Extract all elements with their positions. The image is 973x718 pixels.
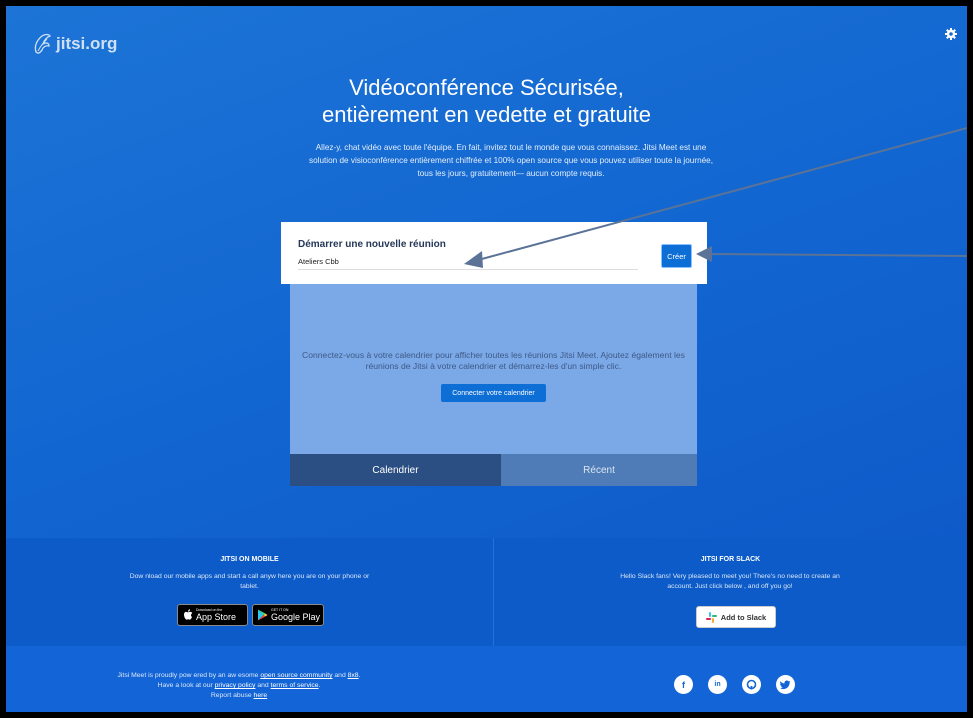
arrow-head-room-input — [464, 251, 483, 268]
arrow-head-create-button — [696, 246, 712, 262]
jitsi-welcome-page: jitsi.org Vidéoconférence Sécurisée, ent… — [6, 6, 967, 712]
arrow-to-create-button — [709, 253, 967, 257]
arrow-to-room-input — [477, 127, 967, 261]
annotation-arrows — [464, 127, 967, 268]
